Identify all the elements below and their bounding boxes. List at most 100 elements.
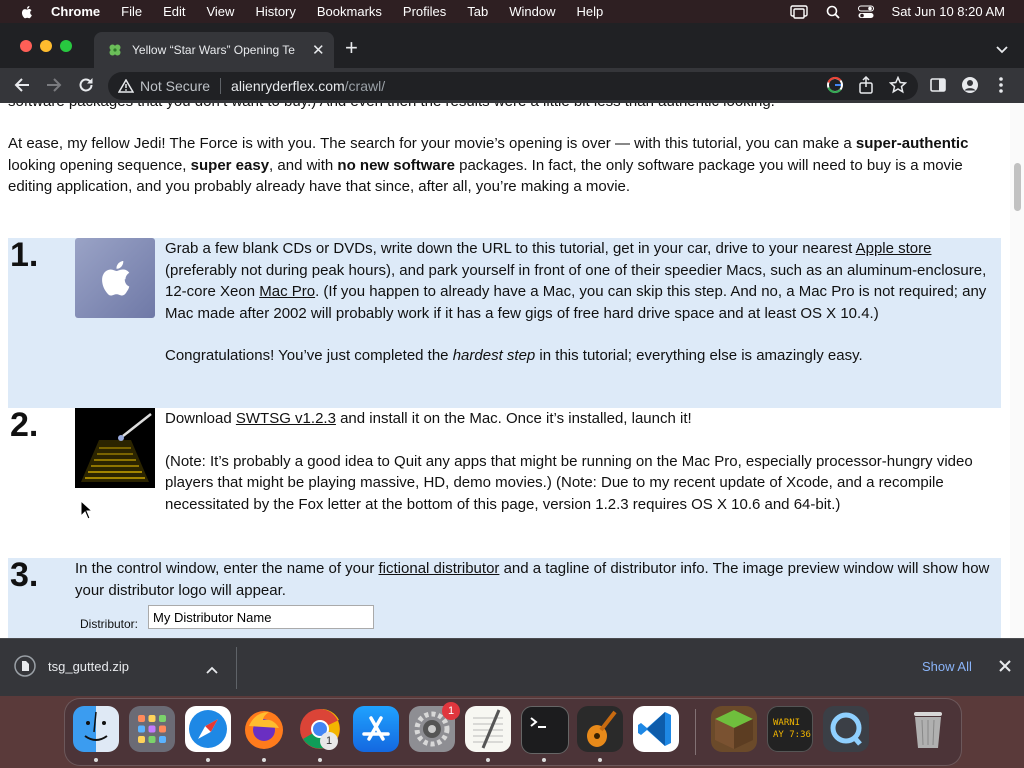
download-item[interactable]: tsg_gutted.zip [14, 655, 129, 677]
intro-paragraph: At ease, my fellow Jedi! The Force is wi… [8, 133, 998, 198]
terminal-icon[interactable] [521, 706, 569, 754]
menu-window[interactable]: Window [509, 4, 555, 19]
browser-window: Yellow “Star Wars” Opening Te ✕ + Not Se… [0, 23, 1024, 696]
page-scrollbar[interactable] [1010, 103, 1024, 638]
download-options-chevron-icon[interactable] [206, 661, 218, 679]
step-3-block: 3. In the control window, enter the name… [8, 558, 1001, 638]
step-2-block: 2. Download SWTSG v1.2.3 and install it … [8, 408, 1001, 558]
side-panel-icon[interactable] [929, 76, 947, 94]
menu-history[interactable]: History [255, 4, 295, 19]
launchpad-icon[interactable] [129, 706, 175, 752]
text-run: Download [165, 410, 236, 427]
menu-bookmarks[interactable]: Bookmarks [317, 4, 382, 19]
minecraft-icon[interactable] [711, 706, 757, 752]
download-filename[interactable]: tsg_gutted.zip [48, 659, 129, 674]
menu-file[interactable]: File [121, 4, 142, 19]
menu-bar: Chrome File Edit View History Bookmarks … [0, 0, 1024, 23]
menu-profiles[interactable]: Profiles [403, 4, 446, 19]
bold-text: super-authentic [855, 135, 969, 152]
trash-icon[interactable] [905, 706, 951, 752]
distributor-input[interactable] [148, 605, 374, 629]
console-warning-icon[interactable]: WARNI AY 7:36 [767, 706, 813, 752]
firefox-running-dot [262, 758, 266, 762]
google-lens-icon[interactable] [826, 76, 844, 94]
clover-favicon-icon [108, 43, 122, 57]
tab-active[interactable]: Yellow “Star Wars” Opening Te ✕ [94, 32, 334, 68]
zip-file-icon [14, 655, 36, 677]
new-tab-plus-icon[interactable]: + [345, 37, 358, 59]
text-run: , and with [269, 156, 338, 174]
finder-running-dot [94, 758, 98, 762]
safari-running-dot [206, 758, 210, 762]
reload-icon[interactable] [77, 76, 95, 94]
dock: 1 1 WARNI AY 7:36 [64, 698, 962, 766]
terminal-running-dot [542, 758, 546, 762]
text-run: looking opening sequence, [8, 156, 191, 174]
firefox-icon[interactable] [241, 706, 287, 752]
cut-off-text: software packages that you don’t want to… [8, 103, 968, 113]
garageband-running-dot [598, 758, 602, 762]
italic-text: hardest step [452, 347, 536, 364]
download-divider [236, 647, 237, 689]
menu-view[interactable]: View [206, 4, 234, 19]
inline-link[interactable]: Apple store [856, 240, 932, 257]
quicktime-icon[interactable] [823, 706, 869, 752]
step-1-number: 1. [10, 236, 39, 274]
dock-divider [695, 709, 696, 755]
tab-close-icon[interactable]: ✕ [312, 41, 325, 59]
inline-link[interactable]: fictional distributor [379, 560, 500, 577]
tab-search-chevron-icon[interactable] [996, 41, 1008, 59]
omnibox-divider [220, 78, 222, 94]
bold-text: no new software [337, 156, 455, 174]
textedit-icon[interactable] [465, 706, 511, 752]
text-run: At ease, my fellow Jedi! The Force is wi… [8, 135, 856, 152]
inline-link[interactable]: SWTSG v1.2.3 [236, 410, 336, 427]
garageband-icon[interactable] [577, 706, 623, 752]
text-run: (Note: It’s probably a good idea to Quit… [165, 452, 973, 513]
spotlight-search-icon[interactable] [826, 5, 840, 19]
zoom-window-button[interactable] [60, 40, 72, 52]
finder-icon[interactable] [73, 706, 119, 752]
step-3-number: 3. [10, 556, 39, 594]
bookmark-star-icon[interactable] [889, 76, 907, 94]
close-window-button[interactable] [20, 40, 32, 52]
inline-link[interactable]: Mac Pro [259, 283, 315, 300]
share-icon[interactable] [858, 76, 874, 94]
address-bar[interactable]: Not Secure alienryderflex.com/crawl/ [108, 72, 918, 100]
step-1-text: Grab a few blank CDs or DVDs, write down… [165, 238, 993, 367]
apple-logo-image-icon [102, 261, 130, 296]
apple-logo-icon[interactable] [19, 4, 35, 20]
page-viewport[interactable]: software packages that you don’t want to… [0, 103, 1010, 638]
forward-arrow-icon[interactable] [45, 76, 63, 94]
apple-store-image [75, 238, 155, 318]
close-download-bar-icon[interactable] [999, 659, 1011, 677]
bold-text: super easy [190, 156, 270, 174]
menu-tab[interactable]: Tab [467, 4, 488, 19]
url-path[interactable]: /crawl/ [345, 78, 385, 94]
url-host[interactable]: alienryderflex.com [231, 78, 345, 94]
text-run: In the control window, enter the name of… [75, 560, 379, 577]
screen-mirroring-icon[interactable] [789, 4, 808, 19]
menu-edit[interactable]: Edit [163, 4, 185, 19]
back-arrow-icon[interactable] [13, 76, 31, 94]
text-run: Congratulations! You’ve just completed t… [165, 347, 453, 364]
safari-icon[interactable] [185, 706, 231, 752]
app-store-icon[interactable] [353, 706, 399, 752]
chrome-menu-kebab-icon[interactable] [999, 76, 1003, 94]
text-run: in this tutorial; everything else is ama… [535, 347, 863, 364]
vscode-icon[interactable] [633, 706, 679, 752]
menu-bar-clock[interactable]: Sat Jun 10 8:20 AM [892, 4, 1005, 19]
minimize-window-button[interactable] [40, 40, 52, 52]
step-2-note: (Note: It’s probably a good idea to Quit… [165, 451, 993, 516]
control-center-icon[interactable] [857, 5, 874, 19]
menu-help[interactable]: Help [577, 4, 604, 19]
step-3-paragraph: In the control window, enter the name of… [75, 558, 990, 601]
warning-triangle-icon[interactable] [118, 79, 134, 93]
textedit-running-dot [486, 758, 490, 762]
not-secure-label[interactable]: Not Secure [140, 78, 210, 94]
profile-avatar-icon[interactable] [961, 76, 979, 94]
star-wars-crawl-icon [75, 408, 155, 488]
scrollbar-thumb[interactable] [1014, 163, 1021, 211]
show-all-downloads-link[interactable]: Show All [922, 659, 972, 674]
menu-chrome[interactable]: Chrome [51, 4, 100, 19]
